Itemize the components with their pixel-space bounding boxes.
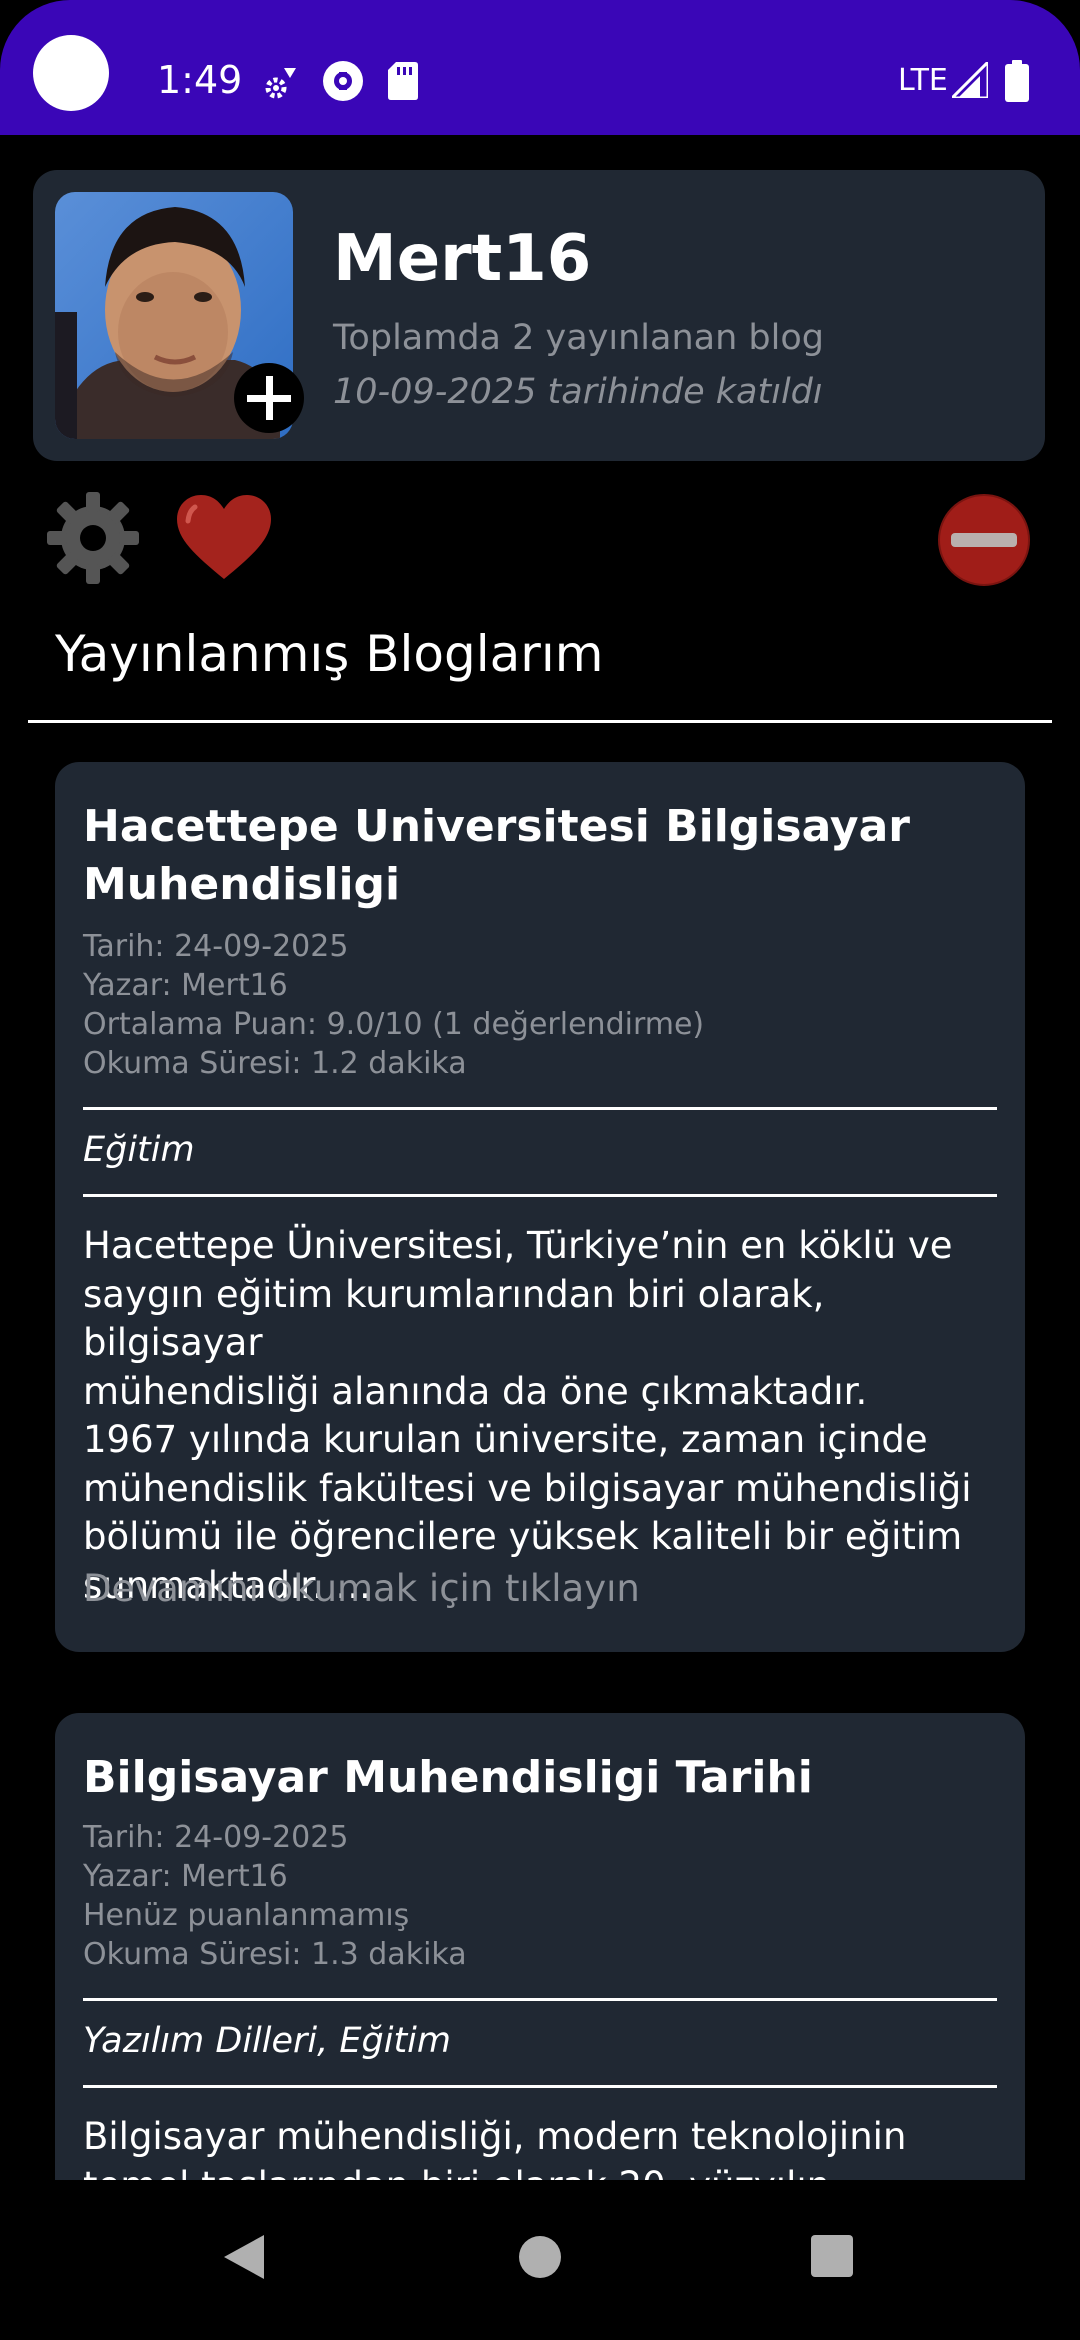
- blog-reading-time: Okuma Süresi: 1.3 dakika: [83, 1937, 467, 1972]
- home-circle-icon[interactable]: [518, 2235, 562, 2279]
- blog-card[interactable]: Hacettepe Universitesi Bilgisayar Muhend…: [55, 762, 1025, 1652]
- divider: [83, 2085, 997, 2088]
- blog-title[interactable]: Bilgisayar Muhendisligi Tarihi: [83, 1749, 983, 1807]
- blog-reading-time: Okuma Süresi: 1.2 dakika: [83, 1046, 467, 1081]
- back-triangle-icon[interactable]: [222, 2233, 266, 2281]
- signal-icon: [952, 62, 988, 98]
- blog-category: Eğitim: [83, 1130, 195, 1170]
- blog-category: Yazılım Dilleri, Eğitim: [83, 2021, 451, 2061]
- network-type: LTE: [898, 63, 948, 98]
- section-divider: [28, 720, 1052, 723]
- sd-card-icon: [388, 62, 418, 100]
- blog-author: Yazar: Mert16: [83, 1859, 288, 1894]
- minus-circle-icon[interactable]: [937, 493, 1031, 587]
- blog-rating: Ortalama Puan: 9.0/10 (1 değerlendirme): [83, 1007, 705, 1042]
- settings-sync-icon: [265, 68, 296, 99]
- pocket-casts-icon: [323, 61, 363, 101]
- camera-cutout: [33, 35, 109, 111]
- blog-excerpt: Hacettepe Üniversitesi, Türkiye’nin en k…: [83, 1224, 972, 1607]
- read-more-link[interactable]: Devamını okumak için tıklayın: [83, 1567, 640, 1610]
- blog-count: Toplamda 2 yayınlanan blog: [333, 318, 824, 358]
- divider: [83, 1107, 997, 1110]
- username: Mert16: [333, 222, 592, 296]
- section-title: Yayınlanmış Bloglarım: [55, 625, 604, 683]
- add-photo-icon[interactable]: [233, 362, 305, 434]
- heart-icon[interactable]: [175, 493, 273, 583]
- status-time: 1:49: [157, 58, 243, 102]
- blog-date: Tarih: 24-09-2025: [83, 929, 349, 964]
- blog-author: Yazar: Mert16: [83, 968, 288, 1003]
- blog-card[interactable]: Bilgisayar Muhendisligi Tarihi Tarih: 24…: [55, 1713, 1025, 2180]
- blog-rating: Henüz puanlanmamış: [83, 1898, 410, 1933]
- screen: 1:49 LTE Mert16 Toplamda 2 yayınlanan bl…: [0, 0, 1080, 2340]
- divider: [83, 1194, 997, 1197]
- blog-excerpt: Bilgisayar mühendisliği, modern teknoloj…: [83, 2115, 907, 2180]
- blog-date: Tarih: 24-09-2025: [83, 1820, 349, 1855]
- blog-title[interactable]: Hacettepe Universitesi Bilgisayar Muhend…: [83, 798, 983, 914]
- battery-icon: [1005, 60, 1029, 102]
- avatar-container[interactable]: [55, 192, 304, 439]
- joined-date: 10-09-2025 tarihinde katıldı: [333, 372, 823, 412]
- gear-icon[interactable]: [45, 490, 141, 586]
- profile-content[interactable]: Mert16 Toplamda 2 yayınlanan blog 10-09-…: [0, 135, 1080, 2180]
- divider: [83, 1998, 997, 2001]
- recents-square-icon[interactable]: [811, 2235, 853, 2277]
- status-bar: 1:49 LTE: [0, 0, 1080, 135]
- navigation-bar: [0, 2180, 1080, 2340]
- profile-card: Mert16 Toplamda 2 yayınlanan blog 10-09-…: [33, 170, 1045, 461]
